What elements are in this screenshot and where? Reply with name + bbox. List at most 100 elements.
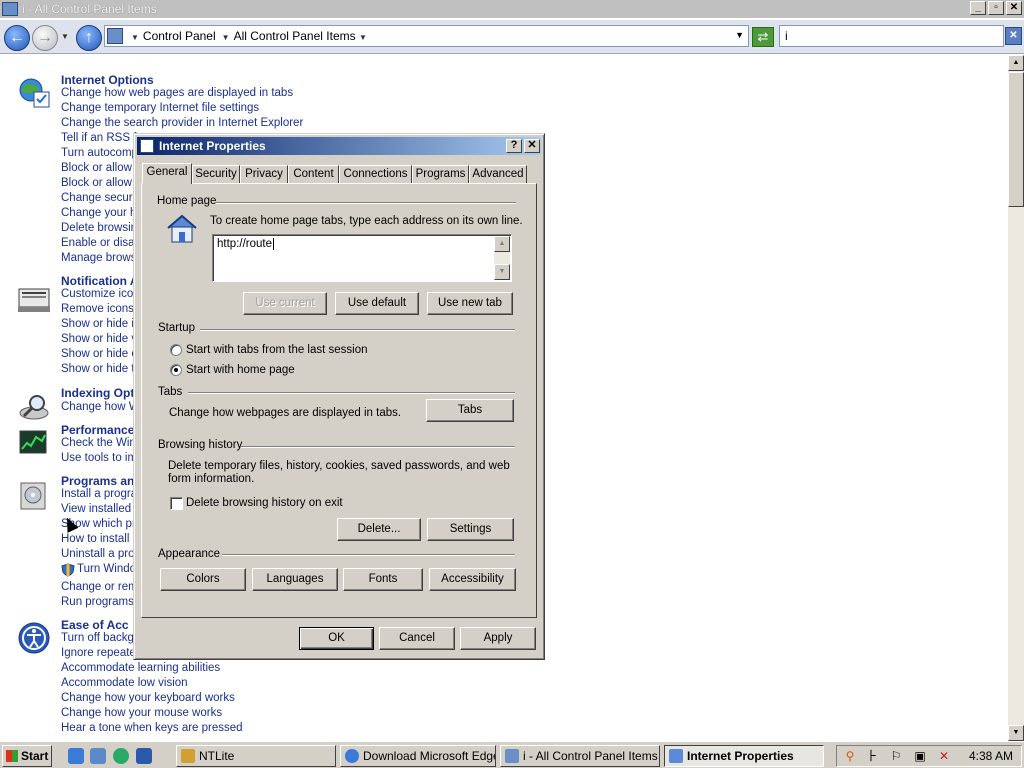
use-current-button[interactable]: Use current (243, 292, 327, 315)
group-link[interactable]: Show or hide i (61, 318, 134, 330)
breadcrumb-all-items[interactable]: ▼ All Control Panel Items ▼ (222, 29, 371, 43)
accessibility-button[interactable]: Accessibility (429, 568, 516, 591)
show-desktop-icon[interactable] (90, 748, 106, 764)
clear-search-button[interactable]: ✕ (1005, 27, 1022, 45)
media-player-icon[interactable] (113, 748, 129, 764)
group-link[interactable]: Tell if an RSS f (61, 132, 136, 144)
group-link[interactable]: View installed u (61, 503, 141, 515)
group-title[interactable]: Programs an (61, 474, 134, 488)
textarea-scrollbar[interactable]: ▲ ▼ (494, 236, 510, 280)
delete-on-exit-checkbox[interactable] (170, 497, 183, 510)
startup-last-session-radio[interactable] (170, 344, 182, 356)
home-page-textarea[interactable]: http://route ▲ ▼ (212, 234, 512, 282)
group-link[interactable]: Turn off backg (61, 632, 134, 644)
tab-connections[interactable]: Connections (339, 165, 412, 183)
dialog-close-button[interactable]: ✕ (524, 139, 540, 153)
fonts-button[interactable]: Fonts (343, 568, 423, 591)
group-link[interactable]: Change or rem (61, 581, 138, 593)
group-link[interactable]: Block or allow p (61, 162, 142, 174)
scroll-up-button[interactable]: ▲ (1008, 55, 1024, 71)
group-title[interactable]: Ease of Acc (61, 618, 129, 632)
scroll-thumb[interactable] (1008, 72, 1024, 207)
scroll-down-button[interactable]: ▼ (1008, 725, 1024, 741)
volume-muted-icon[interactable]: ✕ (937, 749, 951, 763)
taskbar-item-edge-download[interactable]: Download Microsoft Edge... (340, 745, 496, 767)
group-link[interactable]: Change temporary Internet file settings (61, 102, 259, 114)
group-title[interactable]: Indexing Opt (61, 386, 134, 400)
scroll-up-button[interactable]: ▲ (494, 236, 510, 252)
use-new-tab-button[interactable]: Use new tab (427, 292, 513, 315)
tab-general[interactable]: General (142, 163, 192, 184)
delete-history-button[interactable]: Delete... (337, 518, 421, 541)
delete-on-exit-label[interactable]: Delete browsing history on exit (186, 497, 343, 509)
help-button[interactable]: ? (506, 139, 522, 153)
group-link[interactable]: Turn autocomp (61, 147, 138, 159)
group-link[interactable]: Accommodate learning abilities (61, 662, 220, 674)
group-link[interactable]: Block or allow t (61, 177, 138, 189)
group-link[interactable]: Uninstall a prog (61, 548, 141, 560)
group-link[interactable]: Change securit (61, 192, 138, 204)
search-input[interactable]: i (779, 25, 1004, 47)
group-link[interactable]: Change how your mouse works (61, 707, 222, 719)
taskbar-item-ntlite[interactable]: NTLite (176, 745, 336, 767)
language-bar-icon[interactable]: ⺊ (865, 749, 879, 763)
dialog-titlebar[interactable]: Internet Properties ? ✕ (137, 137, 541, 155)
group-link[interactable]: Accommodate low vision (61, 677, 188, 689)
close-button[interactable]: ✕ (1006, 1, 1022, 15)
group-link[interactable]: Ignore repeate (61, 647, 136, 659)
forward-button[interactable]: → (32, 25, 58, 51)
group-link[interactable]: Change the search provider in Internet E… (61, 117, 303, 129)
group-title[interactable]: Notification A (61, 274, 139, 288)
group-link[interactable]: Check the Win (61, 437, 136, 449)
address-dropdown-icon[interactable]: ▼ (735, 30, 744, 40)
refresh-button[interactable]: ⇄ (752, 27, 774, 47)
startup-last-session-label[interactable]: Start with tabs from the last session (186, 344, 368, 356)
network-icon[interactable]: ▣ (913, 749, 927, 763)
group-link[interactable]: Customize icon (61, 288, 140, 300)
colors-button[interactable]: Colors (160, 568, 246, 591)
group-link[interactable]: How to install a (61, 533, 139, 545)
tab-security[interactable]: Security (192, 165, 240, 183)
address-bar[interactable]: ▼ Control Panel ▼ All Control Panel Items … (104, 25, 749, 47)
restore-button[interactable]: ▫ (988, 1, 1004, 15)
group-link[interactable]: Change how your keyboard works (61, 692, 235, 704)
tabs-button[interactable]: Tabs (426, 399, 514, 422)
group-link[interactable]: Use tools to im (61, 452, 137, 464)
startup-home-page-radio[interactable] (170, 364, 182, 376)
group-link[interactable]: Hear a tone when keys are pressed (61, 722, 243, 734)
group-link[interactable]: Change how web pages are displayed in ta… (61, 87, 293, 99)
search-icon[interactable]: ⚲ (843, 749, 857, 763)
action-center-flag-icon[interactable]: ⚐ (889, 749, 903, 763)
startup-home-page-label[interactable]: Start with home page (186, 364, 295, 376)
group-link[interactable]: Change how W (61, 401, 140, 413)
scroll-down-button[interactable]: ▼ (494, 264, 510, 280)
back-button[interactable]: ← (4, 25, 30, 51)
tab-privacy[interactable]: Privacy (240, 165, 288, 183)
vertical-scrollbar[interactable]: ▲ ▼ (1008, 55, 1024, 741)
group-title[interactable]: Performance (61, 423, 134, 437)
window-titlebar[interactable]: i - All Control Panel Items _ ▫ ✕ (0, 0, 1024, 18)
history-settings-button[interactable]: Settings (427, 518, 514, 541)
taskbar-item-internet-properties[interactable]: Internet Properties (664, 745, 824, 767)
group-link[interactable]: Turn Windo (77, 563, 136, 575)
up-button[interactable]: ↑ (76, 25, 102, 51)
group-title[interactable]: Internet Options (61, 73, 154, 87)
start-button[interactable]: Start (2, 745, 52, 767)
group-link[interactable]: Change your h (61, 207, 136, 219)
explorer-icon[interactable] (136, 748, 152, 764)
breadcrumb-control-panel[interactable]: ▼ Control Panel (131, 29, 216, 43)
clock[interactable]: 4:38 AM (969, 749, 1013, 763)
minimize-button[interactable]: _ (970, 1, 986, 15)
tab-programs[interactable]: Programs (412, 165, 469, 183)
languages-button[interactable]: Languages (252, 568, 338, 591)
group-link[interactable]: Show or hide c (61, 348, 137, 360)
apply-button[interactable]: Apply (460, 627, 536, 650)
recent-pages-dropdown[interactable]: ▼ (61, 32, 69, 41)
group-link[interactable]: Enable or disab (61, 237, 141, 249)
group-link[interactable]: Remove icons (61, 303, 134, 315)
use-default-button[interactable]: Use default (335, 292, 419, 315)
internet-explorer-icon[interactable] (68, 748, 84, 764)
group-link[interactable]: Install a progra (61, 488, 137, 500)
group-link[interactable]: Delete browsin (61, 222, 137, 234)
tab-advanced[interactable]: Advanced (469, 165, 527, 183)
